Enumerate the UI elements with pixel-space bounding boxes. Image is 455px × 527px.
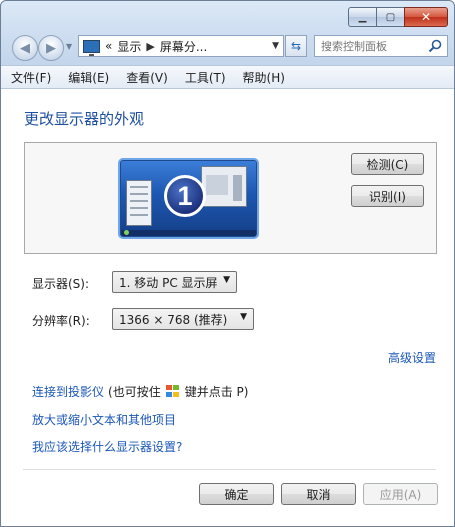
close-icon: ✕ <box>420 10 432 24</box>
preview-window-right <box>201 166 247 207</box>
resolution-label: 分辨率(R): <box>32 314 90 328</box>
resolution-select-value: 1366 × 768 (推荐) <box>119 312 228 327</box>
detect-button[interactable]: 检测(C) <box>351 153 424 175</box>
preview-window-left <box>126 180 152 226</box>
maximize-button[interactable]: ▢ <box>376 7 404 27</box>
forward-button[interactable]: ▶ <box>38 35 64 61</box>
monitor-number-badge: 1 <box>164 175 206 217</box>
address-dropdown-icon[interactable]: ▼ <box>272 41 279 51</box>
refresh-icon: ⇆ <box>290 39 302 53</box>
chevron-down-icon: ▼ <box>223 275 230 285</box>
minimize-button[interactable]: ▁ <box>348 7 376 27</box>
display-select-value: 1. 移动 PC 显示屏 <box>119 275 218 290</box>
breadcrumb-screen-resolution[interactable]: 屏幕分... <box>160 38 207 55</box>
search-icon[interactable] <box>428 39 442 53</box>
advanced-settings-link[interactable]: 高级设置 <box>388 349 436 366</box>
resolution-select[interactable]: 1366 × 768 (推荐) ▼ <box>112 308 254 330</box>
projector-hint-before: (也可按住 <box>108 385 161 399</box>
recent-pages-dropdown-icon[interactable]: ▼ <box>66 42 72 51</box>
close-button[interactable]: ✕ <box>404 7 448 27</box>
menu-view[interactable]: 查看(V) <box>126 69 168 86</box>
back-arrow-icon: ◀ <box>20 40 30 56</box>
search-box[interactable] <box>314 35 448 57</box>
connect-projector-link[interactable]: 连接到投影仪 <box>32 383 104 400</box>
address-prefix[interactable]: « <box>105 39 112 53</box>
search-input[interactable] <box>321 39 425 53</box>
projector-row: 连接到投影仪 (也可按住 键并点击 P) <box>32 383 248 400</box>
monitor-preview-panel: 1 检测(C) 识别(I) <box>24 142 437 254</box>
chevron-down-icon: ▼ <box>240 312 247 322</box>
display-select[interactable]: 1. 移动 PC 显示屏 ▼ <box>112 271 237 293</box>
maximize-icon: ▢ <box>385 11 396 23</box>
refresh-button[interactable]: ⇆ <box>285 35 307 57</box>
footer-divider <box>23 469 436 470</box>
start-orb-icon <box>124 230 129 235</box>
menu-bar: 文件(F) 编辑(E) 查看(V) 工具(T) 帮助(H) <box>1 65 454 89</box>
identify-button[interactable]: 识别(I) <box>351 185 424 207</box>
control-panel-window: ▁ ▢ ✕ ◀ ▶ ▼ « 显示 ▶ 屏幕分... ▼ ⇆ 搜索控制面板 文件(… <box>0 0 455 527</box>
caption-buttons: ▁ ▢ ✕ <box>348 7 448 27</box>
preview-taskbar <box>121 230 256 236</box>
minimize-icon: ▁ <box>358 11 367 23</box>
ok-button[interactable]: 确定 <box>199 483 274 505</box>
menu-edit[interactable]: 编辑(E) <box>68 69 109 86</box>
monitor-preview[interactable]: 1 <box>120 160 257 237</box>
breadcrumb-separator-icon[interactable]: ▶ <box>146 40 154 53</box>
menu-help[interactable]: 帮助(H) <box>243 69 285 86</box>
page-title: 更改显示器的外观 <box>24 110 145 128</box>
display-label: 显示器(S): <box>32 277 90 291</box>
which-settings-link[interactable]: 我应该选择什么显示器设置? <box>32 438 182 455</box>
cancel-button[interactable]: 取消 <box>281 483 356 505</box>
back-button[interactable]: ◀ <box>12 35 38 61</box>
display-control-panel-icon <box>83 39 100 56</box>
navigation-row: ◀ ▶ ▼ « 显示 ▶ 屏幕分... ▼ ⇆ <box>9 32 448 62</box>
apply-button[interactable]: 应用(A) <box>363 483 438 505</box>
menu-tools[interactable]: 工具(T) <box>185 69 226 86</box>
projector-hint-after: 键并点击 P) <box>184 385 249 399</box>
breadcrumb-display[interactable]: 显示 <box>117 38 141 55</box>
content-area: 更改显示器的外观 1 检测(C) 识别(I) 显示器(S): 1. 移动 PC … <box>1 89 454 526</box>
address-bar[interactable]: « 显示 ▶ 屏幕分... ▼ <box>78 35 284 57</box>
resize-text-link[interactable]: 放大或缩小文本和其他项目 <box>32 411 176 428</box>
forward-arrow-icon: ▶ <box>46 40 56 56</box>
menu-file[interactable]: 文件(F) <box>11 69 51 86</box>
windows-key-icon <box>165 385 180 398</box>
